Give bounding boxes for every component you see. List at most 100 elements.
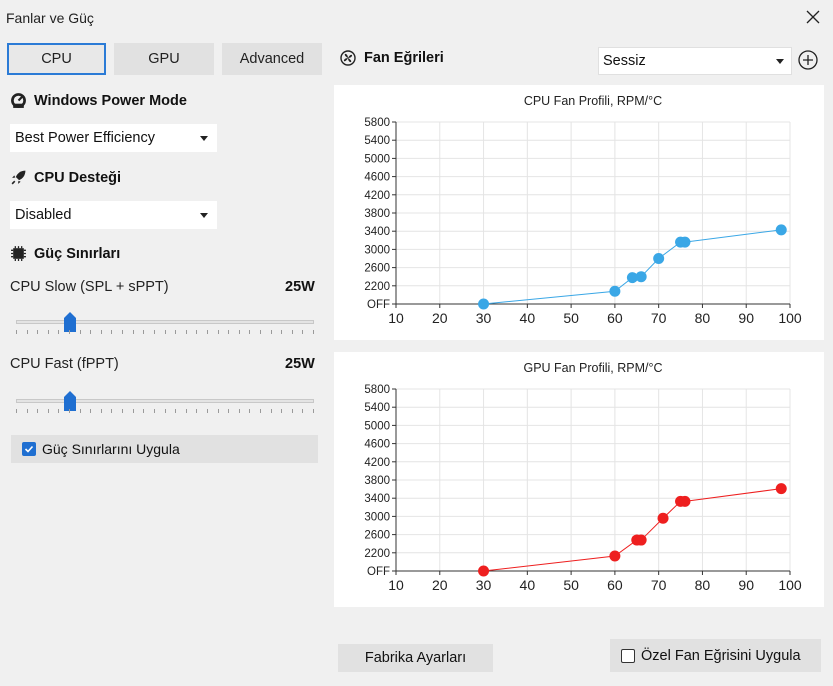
tab-gpu[interactable]: GPU xyxy=(114,43,214,75)
gauge-icon xyxy=(11,93,26,108)
curve-point[interactable] xyxy=(478,565,490,577)
slider-tick xyxy=(228,330,229,334)
slider-tick xyxy=(48,330,49,334)
slider-tick xyxy=(101,330,102,334)
close-button[interactable] xyxy=(803,6,823,28)
slider-tick xyxy=(271,409,272,413)
y-tick-label: 3400 xyxy=(364,226,390,238)
tab-gpu-label: GPU xyxy=(148,51,180,67)
x-tick-label: 70 xyxy=(651,577,667,593)
slider-tick xyxy=(122,409,123,413)
slider-thumb[interactable] xyxy=(64,391,76,411)
apply-custom-curve-checkbox[interactable]: Özel Fan Eğrisini Uygula xyxy=(610,639,821,672)
power-limits-heading: Güç Sınırları xyxy=(10,245,120,262)
fan-icon xyxy=(340,50,356,66)
x-tick-label: 10 xyxy=(388,310,404,326)
close-icon xyxy=(806,10,820,24)
x-tick-label: 30 xyxy=(476,310,492,326)
y-tick-label: 2200 xyxy=(364,281,390,293)
tab-advanced-label: Advanced xyxy=(239,51,305,67)
slider-thumb[interactable] xyxy=(64,312,76,332)
y-tick-label: 4200 xyxy=(364,457,390,469)
curve-point[interactable] xyxy=(679,236,691,248)
curve-point[interactable] xyxy=(478,298,490,310)
slider-tick xyxy=(196,330,197,334)
cpu-fast-slider[interactable] xyxy=(16,389,314,417)
chip-icon xyxy=(11,246,26,261)
slider-tick xyxy=(186,409,187,413)
slider-tick xyxy=(101,409,102,413)
slider-tick xyxy=(143,409,144,413)
y-tick-label: 3800 xyxy=(364,475,390,487)
slider-tick xyxy=(165,330,166,334)
slider-tick xyxy=(90,409,91,413)
tab-advanced[interactable]: Advanced xyxy=(222,43,322,75)
slider-tick xyxy=(90,330,91,334)
curve-point[interactable] xyxy=(635,271,647,283)
cpu-slow-value: 25W xyxy=(285,279,315,295)
slider-tick xyxy=(58,409,59,413)
curve-point[interactable] xyxy=(653,253,665,264)
chevron-down-icon xyxy=(776,59,784,64)
slider-tick xyxy=(16,330,17,334)
cpu-boost-title: CPU Desteği xyxy=(34,169,122,186)
y-tick-label: 5800 xyxy=(364,384,390,396)
cpu-slow-slider[interactable] xyxy=(16,310,314,338)
x-tick-label: 90 xyxy=(738,310,754,326)
cpu-boost-heading: CPU Desteği xyxy=(10,169,121,186)
y-tick-label: 4600 xyxy=(364,172,390,184)
y-tick-label: 5000 xyxy=(364,420,390,432)
slider-tick xyxy=(58,330,59,334)
slider-tick xyxy=(249,409,250,413)
slider-tick xyxy=(175,330,176,334)
curve-point[interactable] xyxy=(775,483,787,495)
y-tick-label: 3400 xyxy=(364,493,390,505)
slider-tick xyxy=(281,409,282,413)
y-tick-label: 4200 xyxy=(364,190,390,202)
curve-point[interactable] xyxy=(679,495,691,507)
slider-tick xyxy=(207,409,208,413)
curve-point[interactable] xyxy=(657,512,669,524)
y-tick-label: 2200 xyxy=(364,548,390,560)
checkbox-unchecked-icon[interactable] xyxy=(621,648,635,663)
checkbox-checked-icon[interactable] xyxy=(22,442,36,456)
apply-power-limits-label: Güç Sınırlarını Uygula xyxy=(42,441,180,457)
slider-tick xyxy=(80,409,81,413)
factory-reset-button[interactable]: Fabrika Ayarları xyxy=(338,644,493,672)
curve-point[interactable] xyxy=(775,224,787,236)
fan-profile-select[interactable]: Sessiz xyxy=(598,47,792,75)
gpu-fan-chart[interactable]: GPU Fan Profili, RPM/°C 10 20 30 40 50 60 70 80 9… xyxy=(334,352,824,607)
slider-tick xyxy=(186,330,187,334)
slider-tick xyxy=(27,409,28,413)
curve-point[interactable] xyxy=(635,534,647,546)
apply-power-limits-checkbox[interactable]: Güç Sınırlarını Uygula xyxy=(11,435,318,463)
gpu-fan-chart-panel: GPU Fan Profili, RPM/°C 10 20 30 40 50 60 70 80 9… xyxy=(334,352,824,607)
cpu-slow-label: CPU Slow (SPL + sPPT) xyxy=(10,279,169,295)
chart-title: GPU Fan Profili, RPM/°C xyxy=(523,361,662,375)
cpu-boost-select[interactable]: Disabled xyxy=(10,201,217,229)
power-mode-select[interactable]: Best Power Efficiency xyxy=(10,124,217,152)
y-tick-label: 2600 xyxy=(364,530,390,542)
slider-tick xyxy=(260,330,261,334)
add-profile-icon[interactable] xyxy=(797,49,819,71)
cpu-boost-value: Disabled xyxy=(15,207,72,223)
x-tick-label: 50 xyxy=(563,310,579,326)
slider-tick xyxy=(48,409,49,413)
curve-point[interactable] xyxy=(609,285,621,297)
chevron-down-icon xyxy=(200,136,208,141)
slider-tick xyxy=(302,330,303,334)
y-tick-label: OFF xyxy=(367,299,390,311)
slider-tick xyxy=(16,409,17,413)
slider-tick xyxy=(133,409,134,413)
cpu-fan-chart[interactable]: CPU Fan Profili, RPM/°C 10 20 30 40 50 60 70 80 9… xyxy=(334,85,824,340)
slider-tick xyxy=(271,330,272,334)
slider-tick xyxy=(218,409,219,413)
slider-tick xyxy=(111,330,112,334)
tab-cpu[interactable]: CPU xyxy=(7,43,106,75)
curve-point[interactable] xyxy=(609,550,621,562)
power-limits-title: Güç Sınırları xyxy=(34,245,121,262)
power-mode-value: Best Power Efficiency xyxy=(15,130,155,146)
slider-tick xyxy=(292,330,293,334)
cpu-fast-value: 25W xyxy=(285,356,315,372)
slider-tick xyxy=(207,330,208,334)
